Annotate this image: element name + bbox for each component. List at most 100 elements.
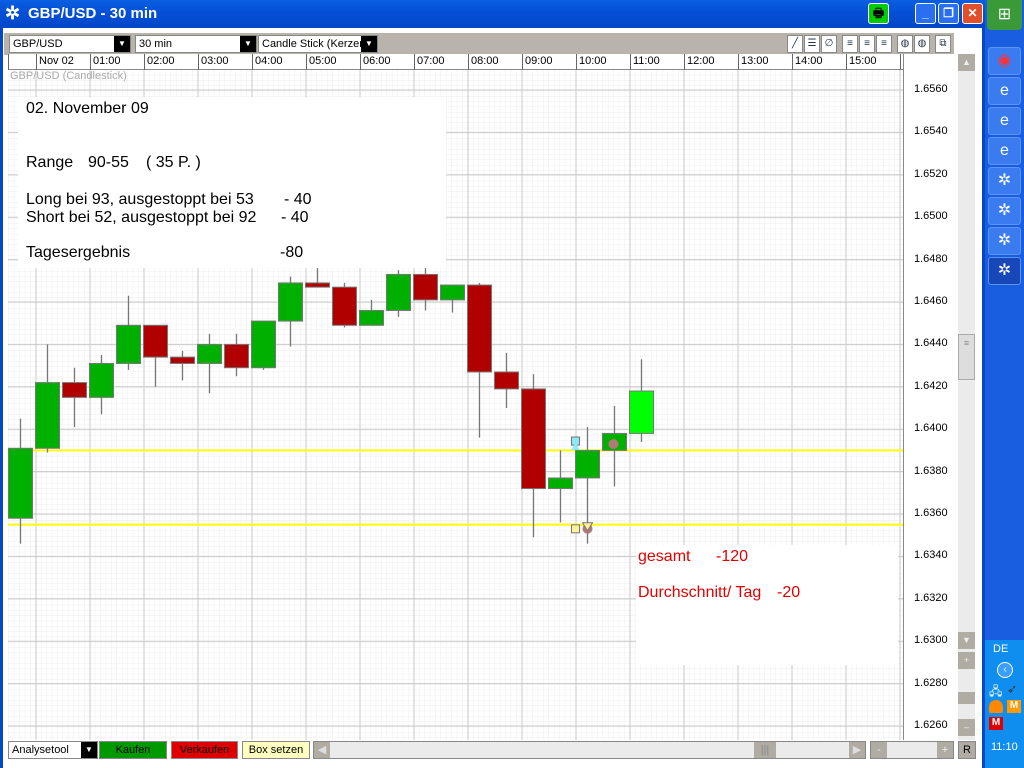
channel-icon[interactable]: ☰ [804,35,820,53]
price-tick: 1.6500 [914,210,948,223]
time-tick-edge [8,54,11,70]
print-icon[interactable]: 🖶 [868,3,889,24]
window-title: GBP/USD - 30 min [28,5,158,22]
price-tick: 1.6420 [914,379,948,392]
time-tick: 09:00 [522,54,553,70]
candle [251,320,276,370]
trendline-icon[interactable]: ╱ [787,35,803,53]
time-zoom-plus[interactable]: + [937,742,953,758]
zoom-plus-button[interactable]: + [958,652,975,669]
task-chart-3[interactable]: ✲ [988,227,1021,255]
candle-body [170,356,195,364]
scroll-up-button[interactable]: ▲ [958,54,975,71]
time-tick: 03:00 [198,54,229,70]
restore-button[interactable]: ❐ [938,3,959,24]
chevron-down-icon[interactable]: ▼ [81,742,97,758]
zoom-minus-button[interactable]: – [958,719,975,736]
price-tick: 1.6280 [914,676,948,689]
vertical-scrollbar[interactable]: ▲ ≡ ▼ + – [958,54,975,740]
sell-button[interactable]: Verkaufen [171,741,238,759]
analysis-tool-select[interactable]: Analysetool ▼ [8,741,98,759]
buy-button[interactable]: Kaufen [99,741,167,759]
time-zoom-control[interactable]: - + [870,741,954,759]
candle-body [440,284,465,301]
mail-icon[interactable] [989,700,1003,713]
zoom-out-icon[interactable]: ◍ [914,35,930,53]
summary-avg-value: -20 [777,584,801,601]
box-button[interactable]: Box setzen [242,741,310,759]
side-taskbar: ⊞ ◉ e e e ✲ ✲ ✲ ✲ DE ‹ 🖧 ➶ M M 11:10 [985,0,1024,768]
stop-box-icon [571,524,580,534]
task-ie-3[interactable]: e [988,137,1021,165]
summary-gesamt-value: -120 [716,548,749,565]
price-tick: 1.6380 [914,464,948,477]
time-tick: 02:00 [144,54,175,70]
candle-body [359,309,384,326]
zoom-slider[interactable] [958,692,975,704]
time-tick: 04:00 [252,54,283,70]
hscroll-thumb[interactable]: ||| [754,742,776,758]
time-zoom-minus[interactable]: - [871,742,887,758]
candle-body [116,324,141,364]
candle-body [467,284,492,373]
scroll-thumb[interactable]: ≡ [958,334,975,380]
candle-body [251,320,276,369]
tray-expand-icon[interactable]: ‹ [997,662,1013,678]
price-tick: 1.6300 [914,634,948,647]
interval-select[interactable]: 30 min ▼ [135,35,257,53]
note-short-result: - 40 [281,209,309,226]
chevron-down-icon[interactable]: ▼ [361,36,377,52]
price-tick: 1.6460 [914,295,948,307]
reset-button[interactable]: R [958,741,976,759]
m-orange-icon[interactable]: M [1007,700,1021,713]
time-tick: 11:00 [630,54,660,70]
detach-window-icon[interactable]: ⧉ [935,35,951,53]
task-ie-2[interactable]: e [988,107,1021,135]
task-chart-1[interactable]: ✲ [988,167,1021,195]
language-indicator[interactable]: DE [993,643,1008,655]
scroll-down-button[interactable]: ▼ [958,632,975,649]
scroll-right-button[interactable]: ▶ [849,742,865,758]
chart-type-value: Candle Stick (Kerzen [262,38,366,50]
minimize-button[interactable]: _ [915,3,936,24]
task-chart-4-active[interactable]: ✲ [988,257,1021,285]
task-chart-2[interactable]: ✲ [988,197,1021,225]
price-tick: 1.6340 [914,549,948,562]
candle-body [575,449,600,479]
start-button[interactable]: ⊞ [987,0,1022,30]
candle-body [197,343,222,364]
chart-label: GBP/USD (Candlestick) [10,70,127,82]
time-tick: 13:00 [738,54,769,70]
symbol-select[interactable]: GBP/USD ▼ [9,35,131,53]
exit-marker-icon [608,439,619,450]
note-range-label: Range [26,154,74,171]
m-red-icon[interactable]: M [989,717,1003,730]
rocket-icon[interactable]: ➶ [1007,682,1017,696]
price-tick: 1.6520 [914,167,948,180]
task-ie-1[interactable]: e [988,77,1021,105]
time-tick: 14:00 [792,54,823,70]
task-app-red[interactable]: ◉ [988,47,1021,75]
fib-lines-icon[interactable]: ≡ [842,35,858,53]
title-bar: ✲ GBP/USD - 30 min 🖶 _ ❐ ✕ [0,0,985,28]
price-axis: 1.6560 1.6540 1.6520 1.6500 1.6480 1.6460 1.64… [903,54,955,740]
fib-lines-2-icon[interactable]: ≡ [859,35,875,53]
note-date: 02. November 09 [26,100,149,117]
chevron-down-icon[interactable]: ▼ [240,36,256,52]
chevron-down-icon[interactable]: ▼ [114,36,130,52]
candle-body [548,477,573,490]
fib-lines-3-icon[interactable]: ≡ [876,35,892,53]
chart-type-select[interactable]: Candle Stick (Kerzen ▼ [258,35,378,53]
price-tick: 1.6400 [914,422,948,435]
candle [386,270,411,317]
candle-body [143,324,168,358]
zoom-in-icon[interactable]: ◍ [897,35,913,53]
note-long: Long bei 93, ausgestoppt bei 53 [26,191,254,208]
close-button[interactable]: ✕ [962,3,983,24]
price-tick: 1.6260 [914,719,948,731]
delete-line-icon[interactable]: ∅ [821,35,837,53]
note-range-value: 90-55 [88,154,129,171]
price-tick: 1.6480 [914,252,948,265]
horizontal-scrollbar[interactable]: ◀ ||| ▶ [313,741,866,759]
scroll-left-button[interactable]: ◀ [314,742,330,758]
